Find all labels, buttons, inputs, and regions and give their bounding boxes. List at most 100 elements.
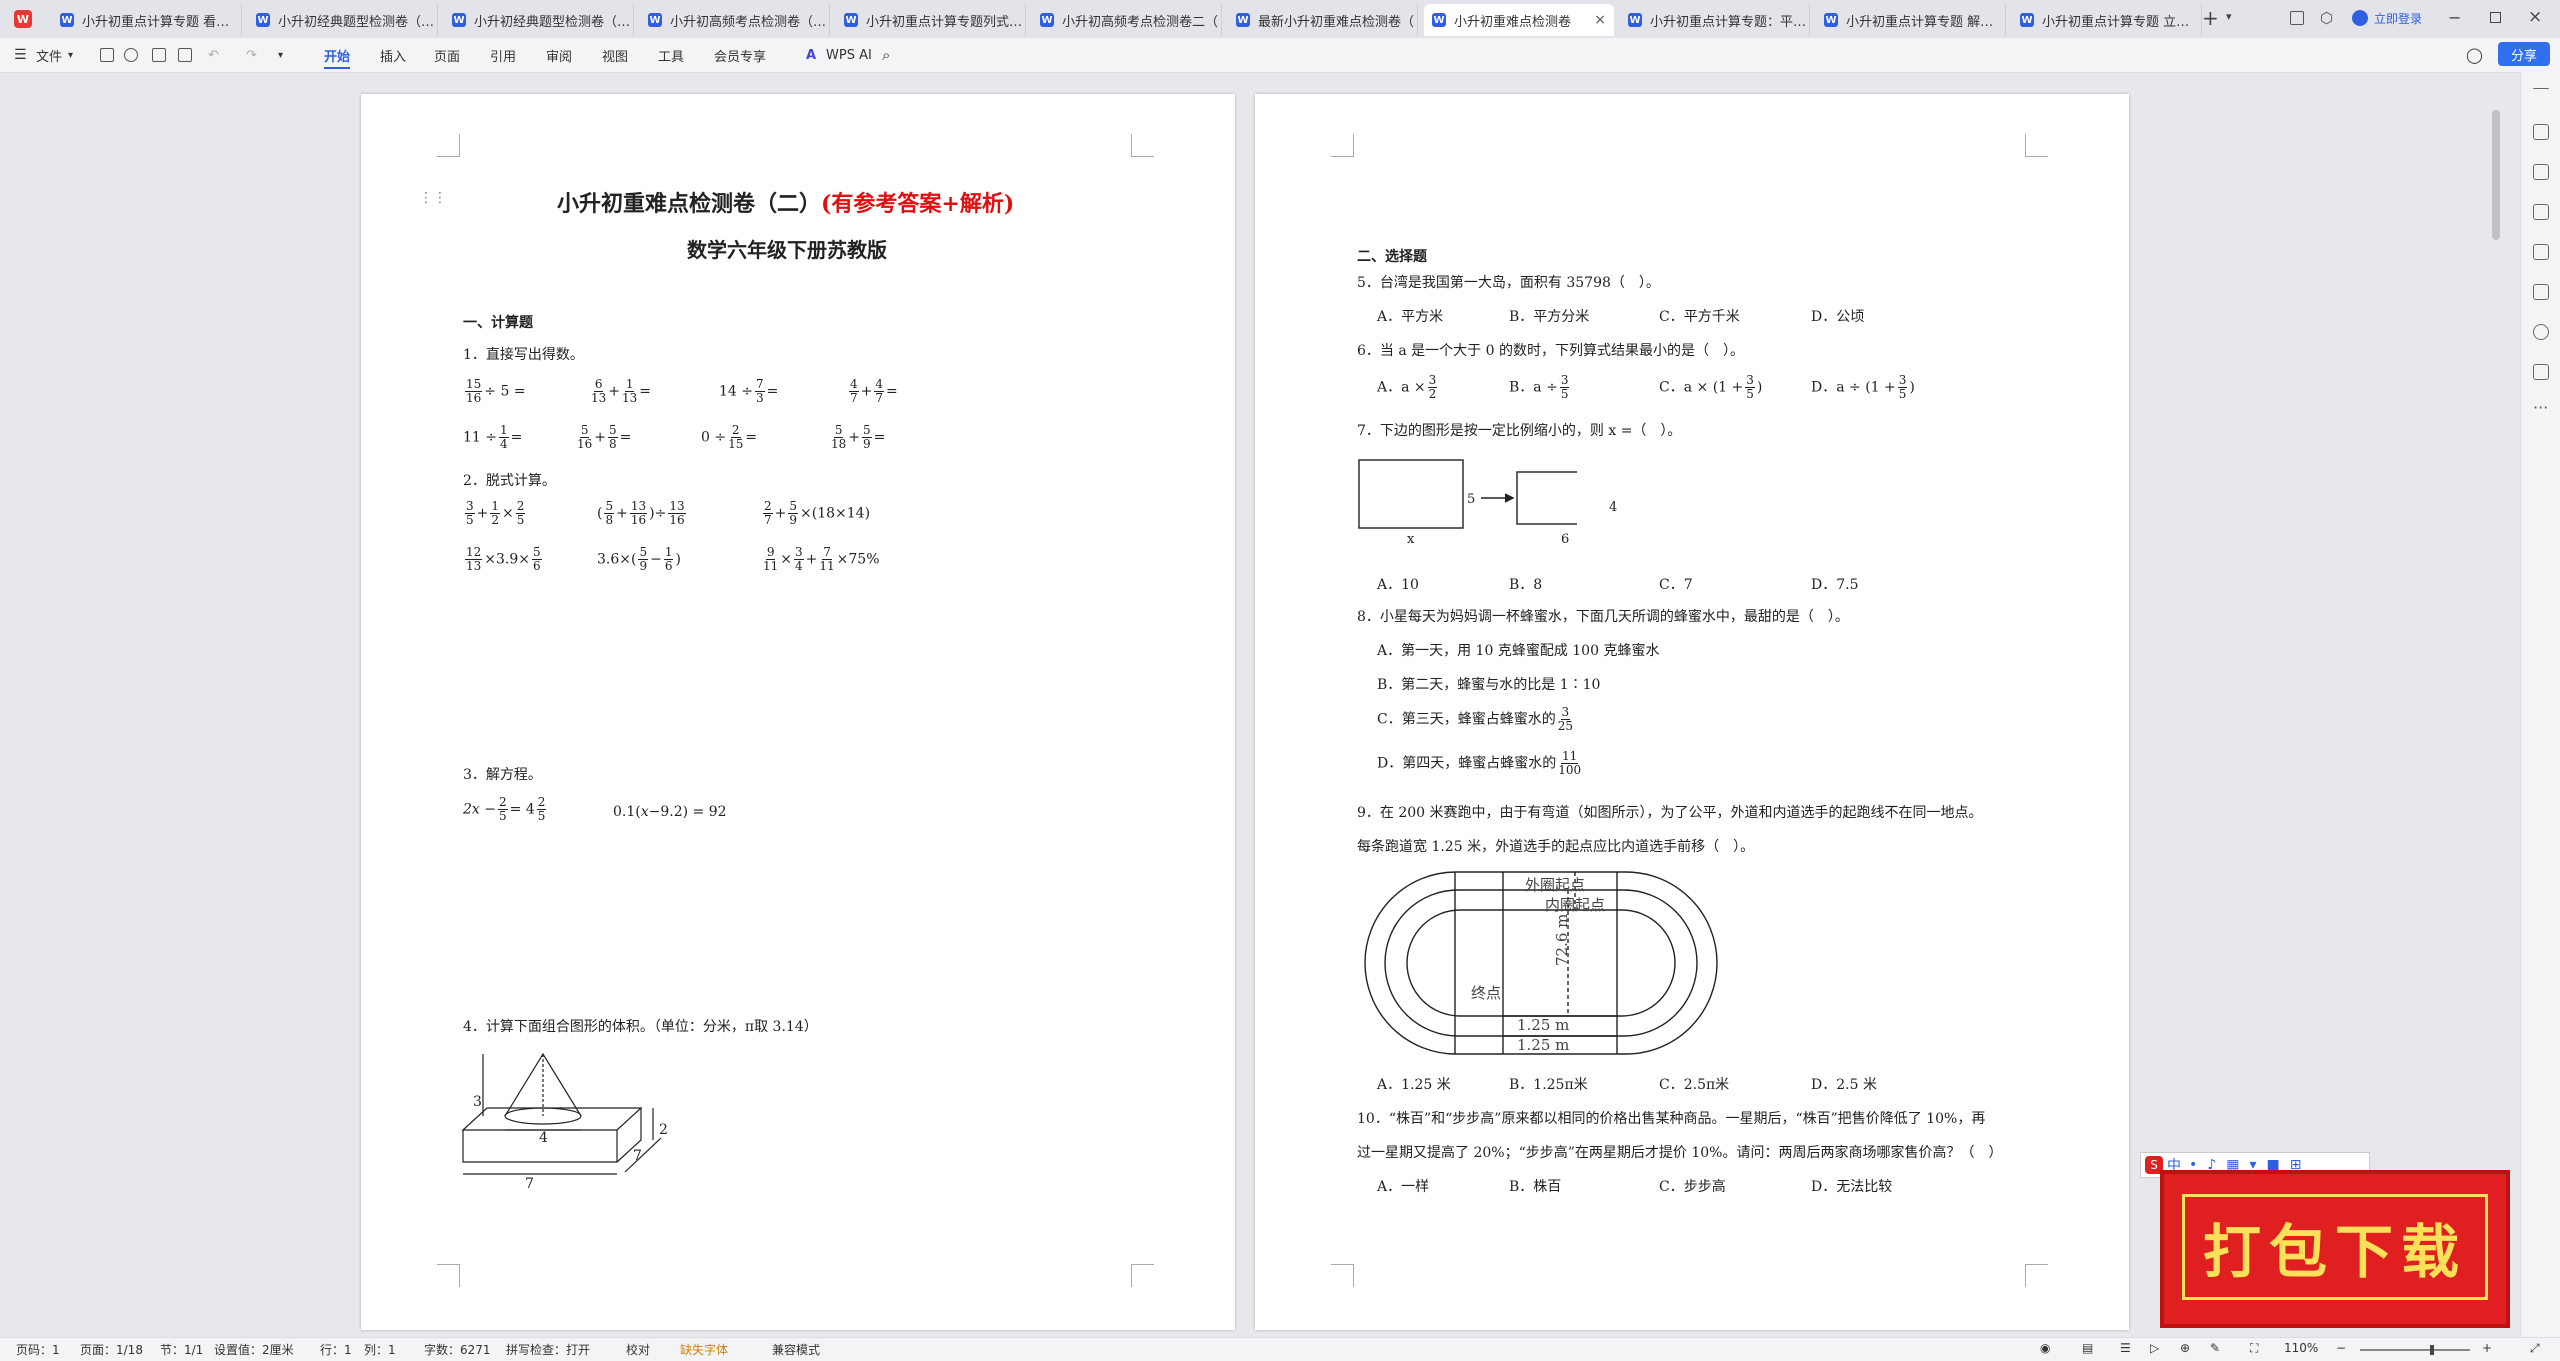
status-item[interactable]: 缺失字体 (680, 1341, 728, 1358)
edit-icon[interactable]: ✎ (2210, 1341, 2220, 1355)
avatar[interactable] (2352, 10, 2368, 26)
ribbon-tab[interactable]: 审阅 (546, 38, 572, 72)
word-doc-icon: W (648, 13, 662, 27)
status-item: 行：1 (320, 1343, 352, 1357)
q7-label: 5 (1467, 492, 1476, 507)
document-page-1: ⋮⋮ 小升初重难点检测卷（二）(有参考答案+解析) 数学六年级下册苏教版 一、计… (361, 94, 1235, 1330)
tab-list-chevron-icon[interactable]: ▾ (2226, 10, 2232, 23)
search-icon[interactable]: ⌕ (882, 38, 890, 72)
q7-option: B．8 (1509, 577, 1543, 593)
restore-icon[interactable] (2490, 12, 2501, 23)
drag-handle-icon[interactable]: ⋮⋮ (419, 190, 447, 206)
document-tab[interactable]: W 最新小升初重难点检测卷（ (1228, 4, 1418, 36)
document-tab[interactable]: W 小升初经典题型检测卷（一） (248, 4, 438, 36)
question-10-line2: 过一星期又提高了 20%；“步步高”在两星期后才提价 10%。请问：两周后两家商… (1357, 1145, 2003, 1161)
document-tab[interactable]: W 小升初高频考点检测卷二（ (1032, 4, 1222, 36)
quick-access-chevron-icon[interactable]: ▾ (278, 38, 283, 72)
q2-item: 9 11 × 3 4 +7 11 ×75% (763, 545, 880, 573)
status-item[interactable]: 拼写检查：打开 (506, 1341, 590, 1358)
fullscreen-icon[interactable]: ⤢ (2530, 1341, 2540, 1356)
share-plugin-icon[interactable] (2533, 364, 2549, 380)
close-window-icon[interactable]: × (2528, 7, 2542, 27)
login-link[interactable]: 立即登录 (2374, 10, 2422, 27)
fit-icon[interactable]: ⛶ (2250, 1341, 2258, 1356)
zoom-slider[interactable] (2360, 1349, 2470, 1351)
ribbon-tab[interactable]: 插入 (380, 38, 406, 72)
outline-icon[interactable]: ☰ (2120, 1341, 2131, 1355)
adjust-icon[interactable] (2533, 204, 2549, 220)
zoom-slider-thumb[interactable] (2430, 1345, 2434, 1355)
vertical-scrollbar[interactable] (2492, 110, 2500, 240)
wps-ai-button[interactable]: WPS AI (826, 38, 872, 72)
web-view-icon[interactable]: ⊕ (2180, 1341, 2190, 1355)
play-icon[interactable]: ▷ (2150, 1341, 2159, 1355)
q9-option: D．2.5 米 (1811, 1077, 1877, 1093)
document-tab[interactable]: W 小升初经典题型检测卷（二） (444, 4, 634, 36)
zoom-level[interactable]: 110% (2284, 1341, 2318, 1355)
minimize-icon[interactable]: − (2448, 8, 2461, 27)
print-preview-icon[interactable] (178, 48, 192, 62)
document-tab[interactable]: W 小升初重难点检测卷 × (1424, 4, 1614, 36)
track-label: 1.25 m (1517, 1036, 1570, 1054)
pen-icon[interactable] (2533, 124, 2549, 140)
tools-icon[interactable] (2533, 284, 2549, 300)
print-icon[interactable] (152, 48, 166, 62)
q6-option: A．a × 3 2 (1377, 373, 1438, 401)
question-3: 3．解方程。 (463, 767, 542, 783)
cube-icon[interactable]: ⬡ (2320, 9, 2333, 27)
page-subtitle: 数学六年级下册苏教版 (687, 238, 887, 262)
document-tab[interactable]: W 小升初重点计算专题 解方程 (1816, 4, 2006, 36)
file-menu[interactable]: 文件 (36, 38, 62, 72)
document-tab[interactable]: W 小升初重点计算专题列式计算 (836, 4, 1026, 36)
question-9-line1: 9．在 200 米赛跑中，由于有弯道（如图所示），为了公平，外道和内道选手的起跑… (1357, 805, 1983, 821)
word-doc-icon: W (1236, 13, 1250, 27)
menu-icon[interactable]: ☰ (14, 38, 27, 72)
wps-ai-icon[interactable]: A (806, 38, 816, 72)
share-label: 分享 (2510, 48, 2537, 64)
more-icon[interactable]: ··· (2533, 398, 2548, 417)
new-tab-icon[interactable]: + (2202, 6, 2219, 30)
status-item[interactable]: 校对 (626, 1341, 650, 1358)
q8-option: C．第三天，蜂蜜占蜂蜜水的 3 25 (1377, 705, 1573, 733)
file-chevron-icon[interactable]: ▾ (68, 38, 73, 72)
zoom-out-icon[interactable]: − (2336, 1341, 2346, 1355)
download-promo-banner[interactable]: 打包下载 (2160, 1170, 2510, 1328)
redo-icon[interactable]: ↷ (246, 38, 257, 72)
q5-option: B．平方分米 (1509, 309, 1590, 325)
q1-item: 4 7 +4 7 = (849, 377, 898, 405)
close-tab-icon[interactable]: × (1594, 12, 1606, 28)
document-tab[interactable]: W 小升初重点计算专题 立体图 (2012, 4, 2202, 36)
share-button[interactable]: 分享 (2498, 42, 2550, 66)
save-icon[interactable] (100, 48, 114, 62)
minus-icon[interactable] (2533, 88, 2549, 90)
word-doc-icon: W (256, 13, 270, 27)
document-tab[interactable]: W 小升初重点计算专题：平面图 (1620, 4, 1810, 36)
ribbon-tab[interactable]: 引用 (490, 38, 516, 72)
collab-icon[interactable]: ◯ (2466, 38, 2483, 72)
q1-item: 0 ÷ 2 15 = (701, 423, 758, 451)
ribbon-tab[interactable]: 工具 (658, 38, 684, 72)
document-tab[interactable]: W 小升初高频考点检测卷（一） (640, 4, 830, 36)
q8-option: B．第二天，蜂蜜与水的比是 1∶10 (1377, 677, 1601, 693)
select-cursor-icon[interactable] (2533, 164, 2549, 180)
ribbon-tab[interactable]: 页面 (434, 38, 460, 72)
export-pdf-icon[interactable] (124, 48, 138, 62)
track-label: 内圈起点 (1545, 896, 1606, 914)
help-icon[interactable] (2533, 324, 2549, 340)
q7-label: 6 (1561, 532, 1570, 547)
page-view-icon[interactable]: ▤ (2082, 1341, 2093, 1355)
q5-option: C．平方千米 (1659, 309, 1740, 325)
image-icon[interactable] (2533, 244, 2549, 260)
ribbon-tab[interactable]: 开始 (324, 38, 351, 72)
wps-logo-icon[interactable]: W (14, 10, 32, 28)
zoom-in-icon[interactable]: + (2482, 1341, 2492, 1355)
q7-label: x (1407, 532, 1415, 547)
window-layout-icon[interactable] (2290, 11, 2304, 25)
eye-mode-icon[interactable]: ◉ (2040, 1341, 2050, 1355)
ribbon-tab[interactable]: 视图 (602, 38, 628, 72)
ribbon-tab[interactable]: 会员专享 (714, 38, 766, 72)
document-tab[interactable]: W 小升初重点计算专题 看图列 (52, 4, 242, 36)
status-item: 节：1/1 (160, 1343, 204, 1357)
undo-icon[interactable]: ↶ (208, 38, 219, 72)
q1-item: 5 18 +5 9 = (831, 423, 886, 451)
